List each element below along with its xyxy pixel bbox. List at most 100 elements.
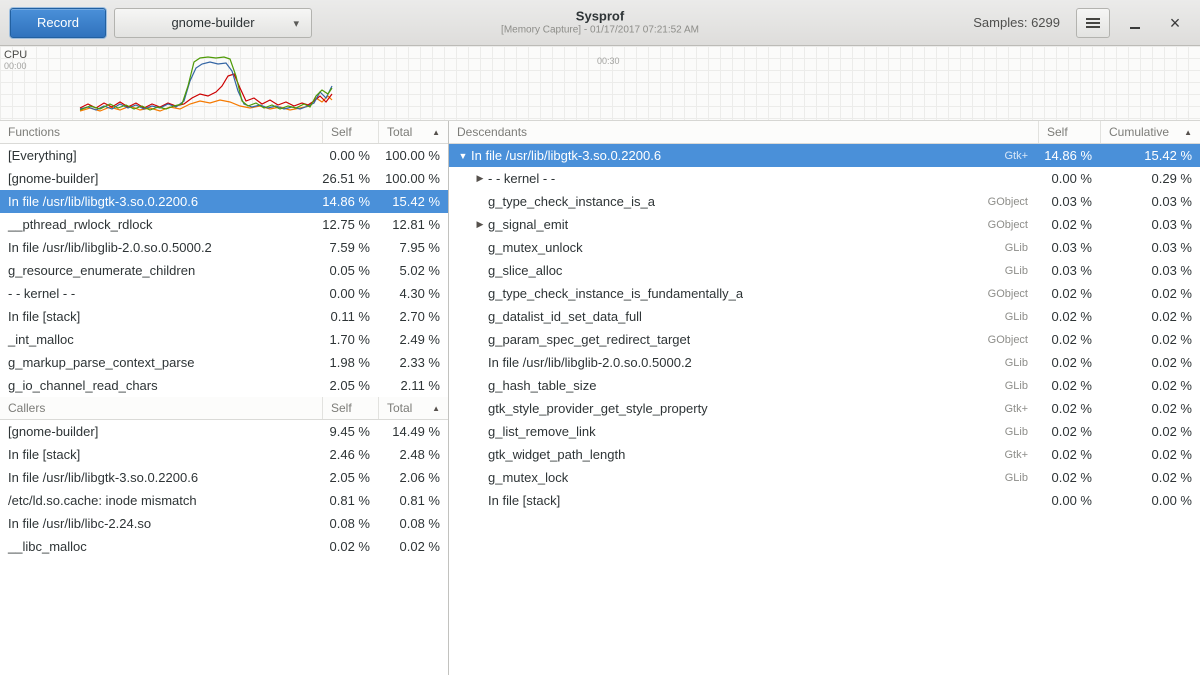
main-split: Functions Self Total ▲ [Everything]0.00 … [0, 121, 1200, 675]
cell-self: 0.02 % [1038, 217, 1100, 232]
close-button[interactable]: × [1160, 8, 1190, 38]
cell-self: 0.03 % [1038, 240, 1100, 255]
table-row[interactable]: _int_malloc1.70 %2.49 % [0, 328, 448, 351]
table-row[interactable]: In file [stack]0.00 %0.00 % [449, 489, 1200, 512]
table-row[interactable]: ▶- - kernel - -0.00 %0.29 % [449, 167, 1200, 190]
samples-count: Samples: 6299 [973, 15, 1060, 30]
column-header-total[interactable]: Total ▲ [378, 121, 448, 143]
cell-function-name: In file /usr/lib/libglib-2.0.so.0.5000.2 [0, 240, 322, 255]
header-right-cluster: Samples: 6299 × [973, 8, 1190, 38]
sysprof-window: Record gnome-builder ▾ Sysprof [Memory C… [0, 0, 1200, 675]
column-header-self[interactable]: Self [1038, 121, 1100, 143]
column-header-total-label: Total [387, 401, 412, 415]
table-row[interactable]: g_slice_allocGLib0.03 %0.03 % [449, 259, 1200, 282]
table-row[interactable]: [gnome-builder]26.51 %100.00 % [0, 167, 448, 190]
table-row[interactable]: In file /usr/lib/libc-2.24.so0.08 %0.08 … [0, 512, 448, 535]
category-label: GLib [991, 242, 1028, 254]
cell-function-name: In file [stack] [0, 309, 322, 324]
table-row[interactable]: gtk_style_provider_get_style_propertyGtk… [449, 397, 1200, 420]
cell-function-name: _int_malloc [0, 332, 322, 347]
table-row[interactable]: g_io_channel_read_chars2.05 %2.11 % [0, 374, 448, 397]
table-row[interactable]: In file [stack]2.46 %2.48 % [0, 443, 448, 466]
column-header-functions[interactable]: Functions [0, 121, 322, 143]
expander-collapsed-icon[interactable]: ▶ [472, 173, 488, 184]
close-icon: × [1170, 14, 1181, 32]
cell-descendant-name: In file /usr/lib/libglib-2.0.so.0.5000.2… [449, 355, 1038, 370]
cell-total: 2.33 % [378, 355, 448, 370]
table-row[interactable]: __pthread_rwlock_rdlock12.75 %12.81 % [0, 213, 448, 236]
table-row[interactable]: g_mutex_lockGLib0.02 %0.02 % [449, 466, 1200, 489]
table-row[interactable]: In file /usr/lib/libgtk-3.so.0.2200.62.0… [0, 466, 448, 489]
cell-total: 4.30 % [378, 286, 448, 301]
table-row[interactable]: __libc_malloc0.02 %0.02 % [0, 535, 448, 558]
function-name-label: g_hash_table_size [488, 378, 596, 393]
table-row[interactable]: [gnome-builder]9.45 %14.49 % [0, 420, 448, 443]
chevron-down-icon: ▾ [293, 17, 299, 30]
cell-total: 2.48 % [378, 447, 448, 462]
column-header-self[interactable]: Self [322, 121, 378, 143]
table-row[interactable]: g_markup_parse_context_parse1.98 %2.33 % [0, 351, 448, 374]
cell-self: 1.70 % [322, 332, 378, 347]
table-row[interactable]: In file [stack]0.11 %2.70 % [0, 305, 448, 328]
expander-collapsed-icon[interactable]: ▶ [472, 219, 488, 230]
process-selector-dropdown[interactable]: gnome-builder ▾ [114, 8, 312, 38]
table-row[interactable]: [Everything]0.00 %100.00 % [0, 144, 448, 167]
category-label: GObject [974, 288, 1028, 300]
category-label: Gtk+ [990, 150, 1028, 162]
table-row[interactable]: In file /usr/lib/libglib-2.0.so.0.5000.2… [0, 236, 448, 259]
table-row[interactable]: In file /usr/lib/libglib-2.0.so.0.5000.2… [449, 351, 1200, 374]
category-label: GLib [991, 472, 1028, 484]
menu-button[interactable] [1076, 8, 1110, 38]
table-row[interactable]: /etc/ld.so.cache: inode mismatch0.81 %0.… [0, 489, 448, 512]
cell-function-name: [gnome-builder] [0, 171, 322, 186]
functions-rows: [Everything]0.00 %100.00 %[gnome-builder… [0, 144, 448, 397]
table-row[interactable]: g_mutex_unlockGLib0.03 %0.03 % [449, 236, 1200, 259]
expander-expanded-icon[interactable]: ▼ [455, 151, 471, 161]
cell-self: 0.00 % [1038, 171, 1100, 186]
cell-total: 0.02 % [378, 539, 448, 554]
column-header-cumulative[interactable]: Cumulative ▲ [1100, 121, 1200, 143]
cell-self: 0.00 % [1038, 493, 1100, 508]
callers-table-header: Callers Self Total ▲ [0, 397, 448, 420]
category-label: GObject [974, 219, 1028, 231]
cell-self: 0.02 % [1038, 378, 1100, 393]
table-row[interactable]: In file /usr/lib/libgtk-3.so.0.2200.614.… [0, 190, 448, 213]
record-button[interactable]: Record [10, 8, 106, 38]
column-header-total[interactable]: Total ▲ [378, 397, 448, 419]
table-row[interactable]: g_datalist_id_set_data_fullGLib0.02 %0.0… [449, 305, 1200, 328]
cell-self: 0.11 % [322, 309, 378, 324]
column-header-callers[interactable]: Callers [0, 397, 322, 419]
cell-self: 0.02 % [322, 539, 378, 554]
table-row[interactable]: g_type_check_instance_is_aGObject0.03 %0… [449, 190, 1200, 213]
functions-table-header: Functions Self Total ▲ [0, 121, 448, 144]
cell-self: 9.45 % [322, 424, 378, 439]
cell-descendant-name: ▼In file /usr/lib/libgtk-3.so.0.2200.6Gt… [449, 148, 1038, 163]
cell-self: 2.46 % [322, 447, 378, 462]
cell-self: 0.02 % [1038, 470, 1100, 485]
column-header-self[interactable]: Self [322, 397, 378, 419]
table-row[interactable]: ▶g_signal_emitGObject0.02 %0.03 % [449, 213, 1200, 236]
minimize-button[interactable] [1120, 8, 1150, 38]
table-row[interactable]: gtk_widget_path_lengthGtk+0.02 %0.02 % [449, 443, 1200, 466]
table-row[interactable]: g_resource_enumerate_children0.05 %5.02 … [0, 259, 448, 282]
cell-cumulative: 0.02 % [1100, 401, 1200, 416]
window-title-block: Sysprof [Memory Capture] - 01/17/2017 07… [501, 8, 699, 37]
cell-total: 5.02 % [378, 263, 448, 278]
function-name-label: g_param_spec_get_redirect_target [488, 332, 690, 347]
table-row[interactable]: g_type_check_instance_is_fundamentally_a… [449, 282, 1200, 305]
cell-self: 0.05 % [322, 263, 378, 278]
minimize-icon [1130, 27, 1140, 29]
cell-cumulative: 0.03 % [1100, 217, 1200, 232]
cpu-graph[interactable]: CPU 00:00 00:30 [0, 46, 1200, 121]
table-row[interactable]: ▼In file /usr/lib/libgtk-3.so.0.2200.6Gt… [449, 144, 1200, 167]
category-label: GLib [991, 265, 1028, 277]
table-row[interactable]: - - kernel - -0.00 %4.30 % [0, 282, 448, 305]
category-label: GLib [991, 357, 1028, 369]
table-row[interactable]: g_param_spec_get_redirect_targetGObject0… [449, 328, 1200, 351]
table-row[interactable]: g_list_remove_linkGLib0.02 %0.02 % [449, 420, 1200, 443]
right-pane: Descendants Self Cumulative ▲ ▼In file /… [449, 121, 1200, 675]
category-label: GLib [991, 426, 1028, 438]
table-row[interactable]: g_hash_table_sizeGLib0.02 %0.02 % [449, 374, 1200, 397]
column-header-descendants[interactable]: Descendants [449, 121, 1038, 143]
category-label: GLib [991, 311, 1028, 323]
